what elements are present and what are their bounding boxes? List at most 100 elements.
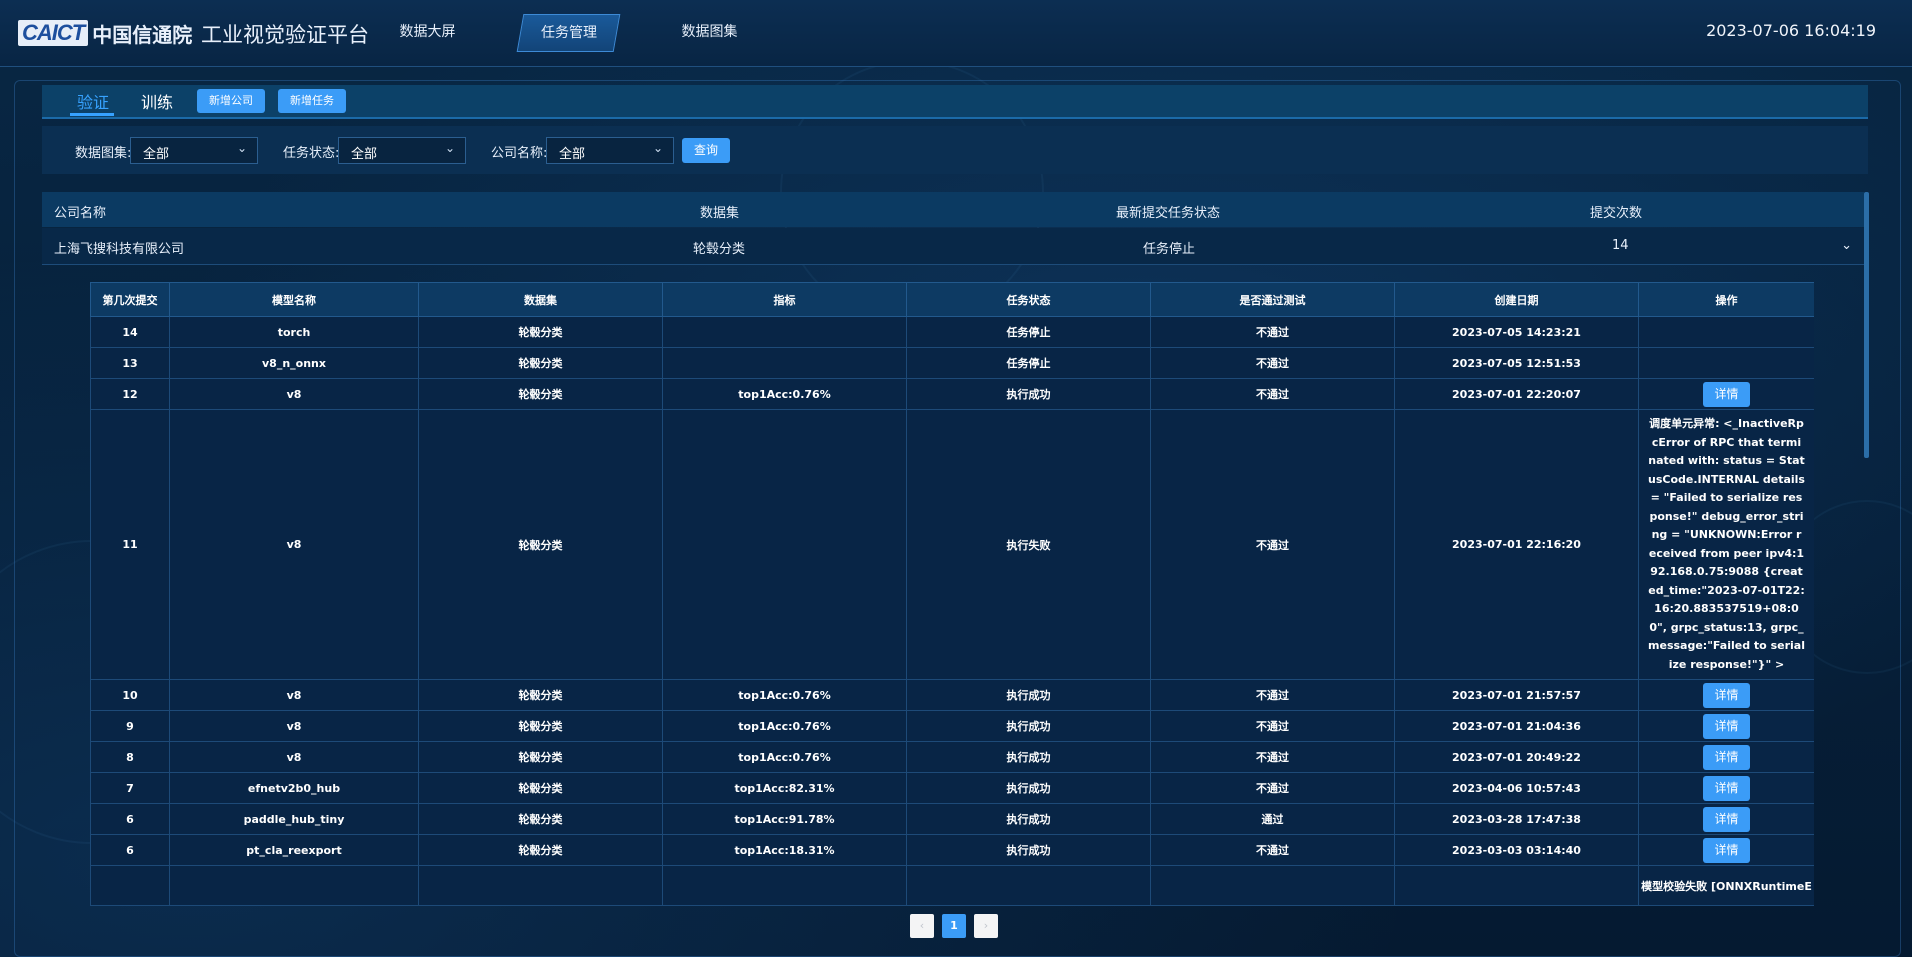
header-pass-test: 是否通过测试	[1150, 282, 1395, 317]
detail-button[interactable]: 详情	[1703, 806, 1750, 832]
nav-label: 任务管理	[540, 25, 597, 41]
cell-create-date: 2023-04-06 10:57:43	[1394, 772, 1639, 804]
cell-pass-test: 不通过	[1150, 741, 1395, 773]
cell-model-name: v8	[169, 409, 419, 680]
next-page-button[interactable]: ›	[974, 914, 998, 938]
cell-model-name: pt_cla_reexport	[169, 834, 419, 866]
query-button[interactable]: 查询	[682, 138, 730, 163]
cell-dataset: 轮毂分类	[418, 378, 663, 410]
cell-task-status: 执行成功	[906, 741, 1151, 773]
tab-verify[interactable]: 验证	[77, 89, 109, 113]
cell-submit-no: 10	[90, 679, 170, 711]
prev-page-button[interactable]: ‹	[910, 914, 934, 938]
scrollbar-thumb[interactable]	[1864, 192, 1869, 458]
chevron-down-icon: ⌄	[444, 141, 455, 155]
tab-train[interactable]: 训练	[141, 89, 173, 113]
add-company-button[interactable]: 新增公司	[197, 89, 265, 113]
cell-operation: 模型校验失败 [ONNXRuntimeE	[1638, 865, 1814, 906]
header-task-status: 任务状态	[906, 282, 1151, 317]
pagination: ‹ 1 ›	[910, 914, 998, 938]
cell-create-date: 2023-03-28 17:47:38	[1394, 803, 1639, 835]
company-name: 上海飞搜科技有限公司	[54, 242, 185, 257]
header-submit-no: 第几次提交	[90, 282, 170, 317]
detail-button[interactable]: 详情	[1703, 381, 1750, 407]
cell-task-status: 任务停止	[906, 347, 1151, 379]
cell-task-status: 执行成功	[906, 834, 1151, 866]
company-select[interactable]: 全部 ⌄	[546, 137, 674, 164]
active-tab-indicator	[70, 113, 114, 116]
nav-data-atlas[interactable]: 数据图集	[662, 14, 757, 50]
dataset-select-value: 全部	[143, 147, 170, 162]
page-1-button[interactable]: 1	[942, 914, 966, 938]
cell-pass-test: 不通过	[1150, 347, 1395, 379]
table-row: 6 paddle_hub_tiny 轮毂分类 top1Acc:91.78% 执行成功 通过…	[90, 803, 1814, 835]
logo-mark: CAICT	[18, 20, 89, 46]
cell-submit-no: 11	[90, 409, 170, 680]
table-row: 模型校验失败 [ONNXRuntimeE	[90, 865, 1814, 906]
header-dataset: 数据集	[418, 282, 663, 317]
cell-create-date: 2023-07-05 14:23:21	[1394, 316, 1639, 348]
submission-table: 第几次提交 模型名称 数据集 指标 任务状态 是否通过测试 创建日期 操作 14 torch 轮毂…	[90, 282, 1814, 906]
cell-metric: top1Acc:82.31%	[662, 772, 907, 804]
cell-operation	[1638, 347, 1814, 379]
nav-task-management[interactable]: 任务管理	[516, 14, 621, 52]
cell-operation: 调度单元异常: <_InactiveRpcError of RPC that t…	[1638, 409, 1814, 680]
cell-pass-test: 不通过	[1150, 679, 1395, 711]
dataset-select[interactable]: 全部 ⌄	[130, 137, 258, 164]
cell-model-name: efnetv2b0_hub	[169, 772, 419, 804]
company-table-header: 公司名称 数据集 最新提交任务状态 提交次数	[42, 192, 1864, 227]
header-company: 公司名称	[54, 206, 107, 221]
cell-submit-no: 9	[90, 710, 170, 742]
cell-task-status: 执行成功	[906, 710, 1151, 742]
cell-pass-test: 不通过	[1150, 316, 1395, 348]
error-message: 模型校验失败 [ONNXRuntimeE	[1641, 880, 1812, 893]
cell-create-date: 2023-07-01 21:57:57	[1394, 679, 1639, 711]
table-row: 7 efnetv2b0_hub 轮毂分类 top1Acc:82.31% 执行成功 不通过 2…	[90, 772, 1814, 804]
add-task-button[interactable]: 新增任务	[278, 89, 346, 113]
cell-dataset: 轮毂分类	[418, 316, 663, 348]
chevron-down-icon[interactable]: ⌄	[1841, 238, 1852, 253]
cell-dataset: 轮毂分类	[418, 772, 663, 804]
cell-dataset: 轮毂分类	[418, 710, 663, 742]
detail-button[interactable]: 详情	[1703, 682, 1750, 708]
detail-button[interactable]: 详情	[1703, 713, 1750, 739]
table-row: 10 v8 轮毂分类 top1Acc:0.76% 执行成功 不通过 2023-07-01 2…	[90, 679, 1814, 711]
cell-pass-test: 不通过	[1150, 378, 1395, 410]
filter-bar: 数据图集: 全部 ⌄ 任务状态: 全部 ⌄ 公司名称: 全部 ⌄ 查询	[42, 126, 1868, 174]
cell-dataset: 轮毂分类	[418, 741, 663, 773]
cell-metric	[662, 347, 907, 379]
submission-table-header: 第几次提交 模型名称 数据集 指标 任务状态 是否通过测试 创建日期 操作	[90, 282, 1814, 317]
nav-data-screen[interactable]: 数据大屏	[380, 14, 475, 50]
status-select-value: 全部	[351, 147, 378, 162]
cell-create-date: 2023-07-01 22:20:07	[1394, 378, 1639, 410]
header-dataset: 数据集	[700, 206, 740, 221]
cell-dataset: 轮毂分类	[418, 803, 663, 835]
company-row[interactable]: 上海飞搜科技有限公司 轮毂分类 任务停止 14 ⌄	[42, 228, 1864, 265]
table-row: 14 torch 轮毂分类 任务停止 不通过 2023-07-05 14:23:21	[90, 316, 1814, 348]
detail-button[interactable]: 详情	[1703, 775, 1750, 801]
cell-operation: 详情	[1638, 741, 1814, 773]
company-status: 任务停止	[1143, 242, 1196, 257]
cell-pass-test: 通过	[1150, 803, 1395, 835]
detail-button[interactable]: 详情	[1703, 744, 1750, 770]
company-filter-label: 公司名称:	[491, 146, 548, 161]
header-metric: 指标	[662, 282, 907, 317]
cell-metric	[662, 409, 907, 680]
status-select[interactable]: 全部 ⌄	[338, 137, 466, 164]
detail-button[interactable]: 详情	[1703, 837, 1750, 863]
cell-model-name: v8	[169, 378, 419, 410]
cell-model-name: v8	[169, 710, 419, 742]
cell-pass-test: 不通过	[1150, 409, 1395, 680]
cell-task-status	[906, 865, 1151, 906]
cell-task-status: 执行成功	[906, 803, 1151, 835]
current-datetime: 2023-07-06 16:04:19	[1706, 21, 1876, 40]
vertical-scrollbar[interactable]	[1864, 192, 1869, 957]
cell-model-name: v8	[169, 741, 419, 773]
table-row: 12 v8 轮毂分类 top1Acc:0.76% 执行成功 不通过 2023-07-01 2…	[90, 378, 1814, 410]
cell-operation	[1638, 316, 1814, 348]
cell-metric: top1Acc:18.31%	[662, 834, 907, 866]
cell-task-status: 执行成功	[906, 772, 1151, 804]
cell-create-date: 2023-03-03 03:14:40	[1394, 834, 1639, 866]
chevron-down-icon: ⌄	[652, 141, 663, 155]
cell-submit-no: 6	[90, 803, 170, 835]
